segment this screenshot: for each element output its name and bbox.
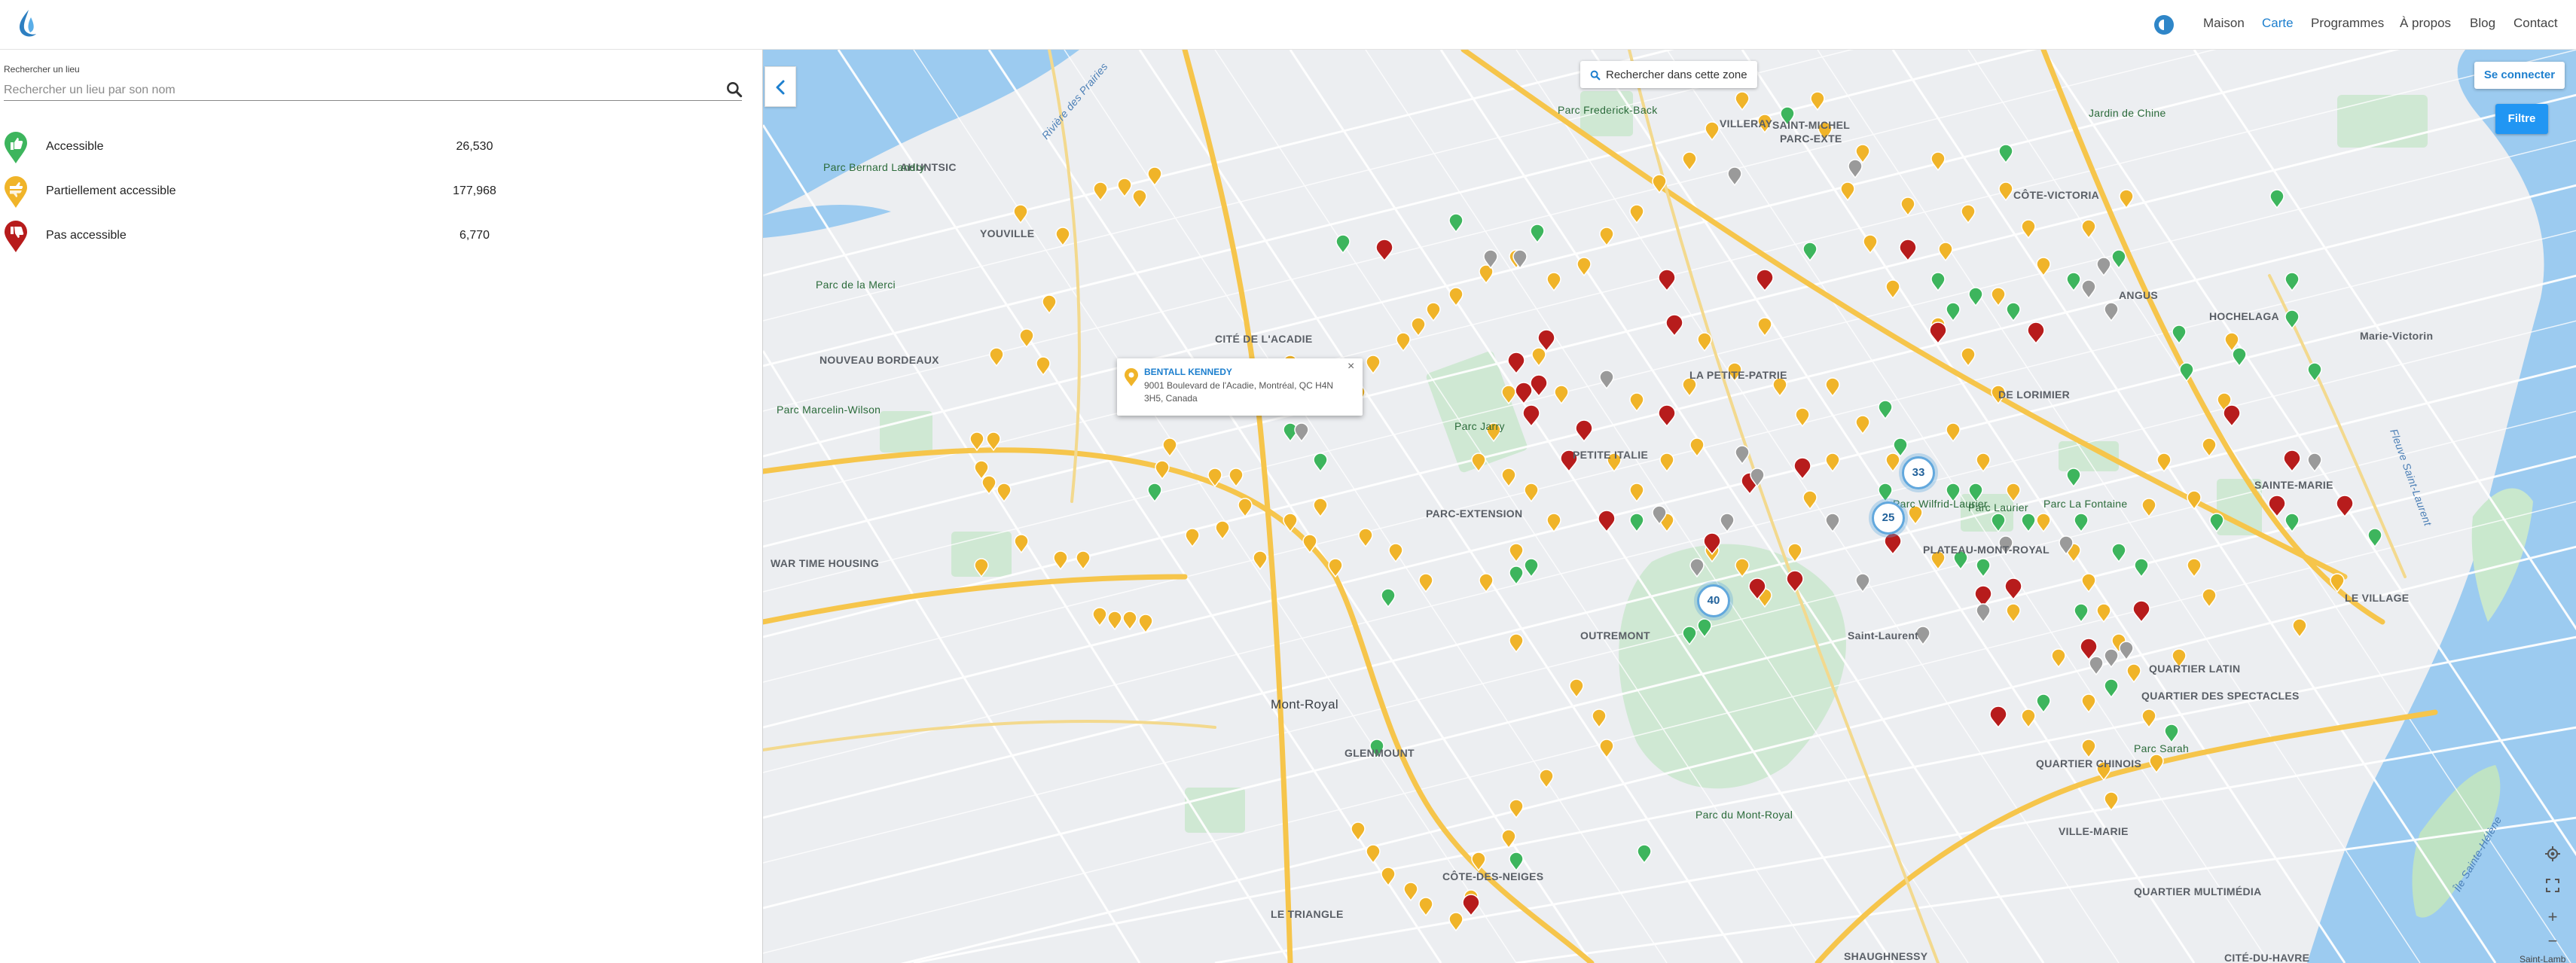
- nav-link-programmes[interactable]: Programmes: [2311, 16, 2384, 31]
- map-label: SAINTE-MARIE: [2254, 479, 2333, 491]
- drop-logo-icon[interactable]: [14, 8, 42, 41]
- search-this-area-label: Rechercher dans cette zone: [1606, 69, 1747, 81]
- map-label: Mont-Royal: [1271, 697, 1338, 712]
- map-label: GLENMOUNT: [1344, 747, 1415, 759]
- fullscreen-icon[interactable]: [2541, 873, 2565, 897]
- map-label: CÔTE-VICTORIA: [2013, 189, 2100, 201]
- map-label: QUARTIER MULTIMÉDIA: [2134, 885, 2262, 897]
- map-label: Parc Frederick-Back: [1558, 104, 1658, 116]
- popup-place-name[interactable]: BENTALL KENNEDY: [1144, 367, 1232, 377]
- top-navbar: Maison Carte Programmes À propos Blog Co…: [0, 0, 2576, 50]
- partial-pin-icon: [1125, 368, 1138, 386]
- map-label: Parc du Mont-Royal: [1695, 809, 1793, 821]
- marker-cluster[interactable]: 40: [1697, 584, 1730, 617]
- map-label: Parc de la Merci: [816, 279, 896, 291]
- map-label: DE LORIMIER: [1998, 389, 2071, 401]
- map-label: PARC-EXTE: [1780, 133, 1842, 145]
- map-label: YOUVILLE: [980, 227, 1035, 239]
- map-label: Marie-Victorin: [2360, 330, 2434, 342]
- map-label: Parc Jarry: [1454, 420, 1505, 432]
- map-label: PETITE ITALIE: [1573, 449, 1649, 461]
- map-label: CÔTE-DES-NEIGES: [1442, 870, 1544, 882]
- popup-address: 9001 Boulevard de l'Acadie, Montréal, QC…: [1144, 380, 1334, 404]
- map-canvas[interactable]: [763, 50, 2576, 963]
- zoom-in-button[interactable]: +: [2541, 905, 2565, 929]
- legend-label: Partiellement accessible: [46, 184, 176, 197]
- crosshair-icon[interactable]: [2541, 842, 2565, 866]
- map-label: QUARTIER LATIN: [2149, 663, 2241, 675]
- legend-count: 6,770: [459, 229, 490, 242]
- map-label: CITÉ-DU-HAVRE: [2224, 952, 2310, 963]
- map-label: HOCHELAGA: [2209, 310, 2279, 322]
- map-label: LA PETITE-PATRIE: [1689, 369, 1787, 381]
- filter-button[interactable]: Filtre: [2495, 104, 2548, 134]
- legend-label: Accessible: [46, 140, 104, 153]
- map-label: SAINT-MICHEL: [1772, 119, 1851, 131]
- map-label: NOUVEAU BORDEAUX: [819, 354, 939, 366]
- thumbs-down-pin-icon: [5, 221, 27, 252]
- map-label: QUARTIER CHINOIS: [2036, 757, 2142, 769]
- nav-link-maison[interactable]: Maison: [2203, 16, 2245, 31]
- legend-count: 177,968: [453, 184, 496, 197]
- nav-link-blog[interactable]: Blog: [2470, 16, 2495, 31]
- map-label: OUTREMONT: [1580, 629, 1650, 641]
- legend-row-not-accessible[interactable]: Pas accessible 6,770: [0, 217, 542, 254]
- marker-cluster[interactable]: 33: [1902, 456, 1935, 489]
- nav-link-a-propos[interactable]: À propos: [2400, 16, 2451, 31]
- collapse-panel-button[interactable]: [765, 66, 796, 107]
- map-label: Parc La Fontaine: [2043, 498, 2128, 510]
- map-label: WAR TIME HOUSING: [771, 557, 880, 569]
- search-icon[interactable]: [725, 80, 744, 99]
- contrast-icon[interactable]: [2154, 15, 2174, 35]
- thumbs-up-pin-icon: [5, 132, 27, 163]
- map-label: SHAUGHNESSY: [1844, 950, 1928, 962]
- marker-cluster[interactable]: 25: [1872, 501, 1905, 535]
- map-label: Parc Bernard Landry: [823, 161, 925, 173]
- search-label: Rechercher un lieu: [4, 64, 80, 75]
- map-label: VILLERAY: [1720, 117, 1773, 130]
- map-label: Saint-Laurent: [1848, 629, 1919, 641]
- chevron-left-icon: [776, 80, 785, 95]
- map-label: VILLE-MARIE: [2059, 825, 2129, 837]
- zoom-out-button[interactable]: −: [2541, 929, 2565, 953]
- login-button[interactable]: Se connecter: [2474, 62, 2565, 89]
- map-label: LE VILLAGE: [2345, 592, 2410, 604]
- map-label: Parc Wilfrid-Laurier: [1893, 498, 1988, 510]
- nav-link-contact[interactable]: Contact: [2513, 16, 2558, 31]
- legend-count: 26,530: [456, 140, 493, 153]
- search-icon: [1590, 70, 1601, 81]
- legend-row-partial[interactable]: Partiellement accessible 177,968: [0, 172, 542, 210]
- map-attribution: Saint-Lamb: [2520, 954, 2566, 963]
- map-label: PLATEAU-MONT-ROYAL: [1923, 544, 2050, 556]
- partial-pin-icon: [5, 176, 27, 208]
- map-view[interactable]: AHUNTSIC YOUVILLE VILLERAY SAINT-MICHEL …: [762, 50, 2576, 963]
- map-label: Jardin de Chine: [2089, 107, 2166, 119]
- nav-link-carte[interactable]: Carte: [2262, 16, 2294, 31]
- map-label: Parc Sarah: [2134, 742, 2190, 754]
- close-icon[interactable]: ×: [1348, 360, 1354, 373]
- place-popup: BENTALL KENNEDY 9001 Boulevard de l'Acad…: [1117, 358, 1363, 416]
- map-label: CITÉ DE L'ACADIE: [1215, 333, 1313, 345]
- map-label: QUARTIER DES SPECTACLES: [2141, 690, 2300, 702]
- place-search-input[interactable]: [4, 80, 742, 101]
- legend-label: Pas accessible: [46, 229, 127, 242]
- legend-row-accessible[interactable]: Accessible 26,530: [0, 128, 542, 166]
- map-label: Parc Marcelin-Wilson: [777, 404, 881, 416]
- map-label: LE TRIANGLE: [1271, 908, 1344, 920]
- map-label: PARC-EXTENSION: [1426, 507, 1523, 520]
- map-label: ANGUS: [2119, 289, 2159, 301]
- left-panel: Rechercher un lieu Accessible 26,530 Par…: [0, 50, 762, 963]
- search-this-area-button[interactable]: Rechercher dans cette zone: [1580, 61, 1757, 88]
